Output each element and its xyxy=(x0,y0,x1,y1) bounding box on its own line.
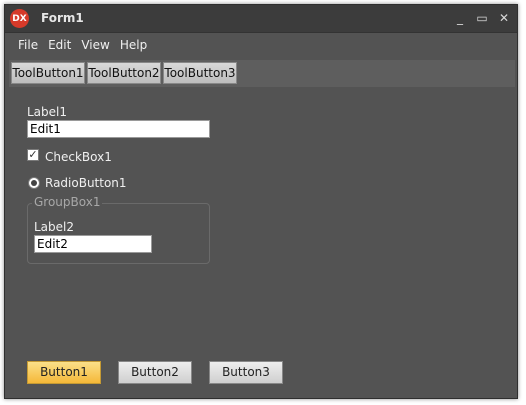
radio-selected-dot xyxy=(31,180,37,186)
title-bar[interactable]: DX Form1 _ ▭ ✕ xyxy=(5,5,517,33)
groupbox1-caption: GroupBox1 xyxy=(32,195,103,209)
form-window: DX Form1 _ ▭ ✕ File Edit View Help ToolB… xyxy=(4,4,518,399)
button3[interactable]: Button3 xyxy=(209,361,283,384)
button2[interactable]: Button2 xyxy=(118,361,192,384)
radiobutton1-label[interactable]: RadioButton1 xyxy=(45,176,127,190)
toolbutton3[interactable]: ToolButton3 xyxy=(163,62,237,84)
toolbutton1[interactable]: ToolButton1 xyxy=(11,62,85,84)
radiobutton1[interactable] xyxy=(28,177,40,189)
checkbox1[interactable]: ✓ xyxy=(27,149,39,161)
edit1-field[interactable] xyxy=(27,120,210,138)
menu-bar: File Edit View Help xyxy=(5,33,517,57)
toolbutton2[interactable]: ToolButton2 xyxy=(87,62,161,84)
menu-edit[interactable]: Edit xyxy=(43,38,76,52)
menu-view[interactable]: View xyxy=(76,38,114,52)
button1[interactable]: Button1 xyxy=(27,361,101,384)
dx-logo-icon: DX xyxy=(10,9,29,28)
groupbox1: GroupBox1 Label2 xyxy=(27,195,210,264)
menu-help[interactable]: Help xyxy=(115,38,152,52)
label1: Label1 xyxy=(27,105,68,119)
edit2-field[interactable] xyxy=(34,235,152,253)
checkbox1-label[interactable]: CheckBox1 xyxy=(45,150,112,164)
toolbar: ToolButton1 ToolButton2 ToolButton3 xyxy=(9,60,515,87)
checkmark-icon: ✓ xyxy=(28,148,38,161)
minimize-icon[interactable]: _ xyxy=(451,10,469,26)
maximize-icon[interactable]: ▭ xyxy=(473,10,491,26)
window-title: Form1 xyxy=(41,11,84,25)
close-icon[interactable]: ✕ xyxy=(495,10,513,26)
menu-file[interactable]: File xyxy=(13,38,43,52)
label2: Label2 xyxy=(34,220,75,234)
